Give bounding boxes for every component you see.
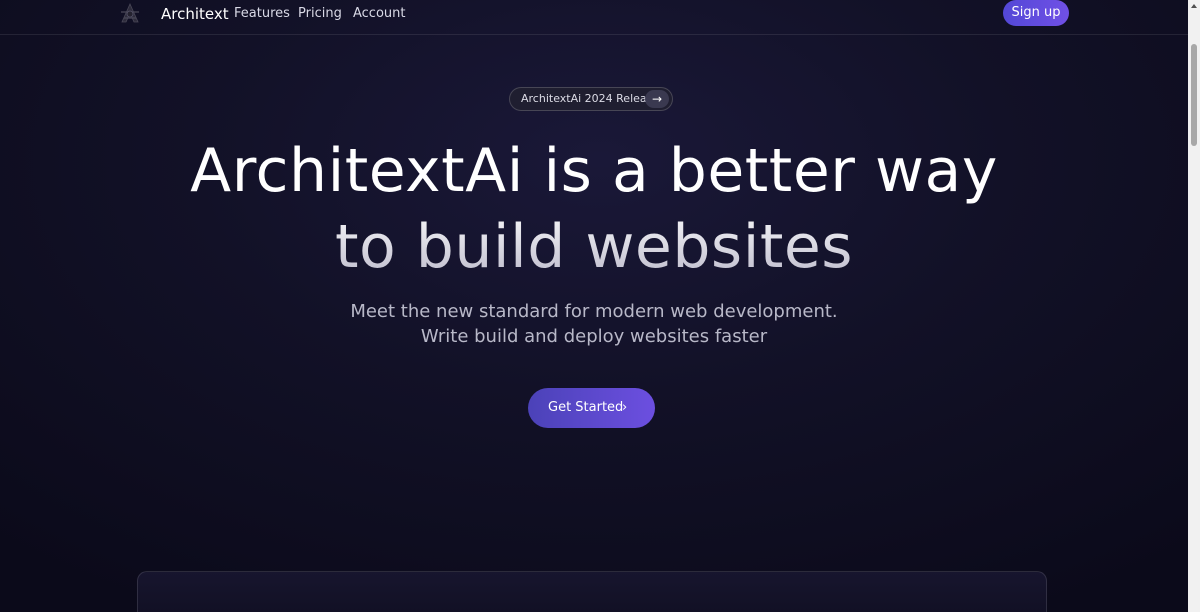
landing-page: Architext Features Pricing Account Sign … <box>0 0 1188 612</box>
top-navbar: Architext Features Pricing Account Sign … <box>0 0 1188 35</box>
hero-headline-line-1: ArchitextAi is a better way <box>190 136 998 206</box>
scroll-up-arrow-icon[interactable] <box>1190 2 1198 10</box>
signup-button[interactable]: Sign up <box>1003 0 1069 26</box>
hero-headline: ArchitextAi is a better way to build web… <box>100 133 1088 285</box>
brand-name[interactable]: Architext <box>161 4 229 24</box>
get-started-button[interactable]: Get Started › <box>528 388 655 428</box>
scrollbar-thumb[interactable] <box>1191 44 1197 146</box>
hero-headline-line-2: to build websites <box>334 212 854 282</box>
page-scrollbar[interactable] <box>1188 0 1200 612</box>
product-preview-card <box>137 571 1047 612</box>
release-badge-label: ArchitextAi 2024 Release <box>521 92 660 105</box>
arrow-right-icon: → <box>645 90 669 108</box>
architext-logo-icon[interactable] <box>118 2 142 26</box>
hero-subtitle: Meet the new standard for modern web dev… <box>200 299 988 349</box>
get-started-label: Get Started <box>548 400 624 415</box>
hero-subtitle-line-2: Write build and deploy websites faster <box>420 326 768 347</box>
chevron-right-icon: › <box>622 400 628 415</box>
release-badge[interactable]: ArchitextAi 2024 Release → <box>509 87 673 111</box>
nav-link-pricing[interactable]: Pricing <box>298 5 342 23</box>
hero-subtitle-line-1: Meet the new standard for modern web dev… <box>350 301 838 322</box>
nav-link-features[interactable]: Features <box>234 5 290 23</box>
nav-link-account[interactable]: Account <box>353 5 406 23</box>
